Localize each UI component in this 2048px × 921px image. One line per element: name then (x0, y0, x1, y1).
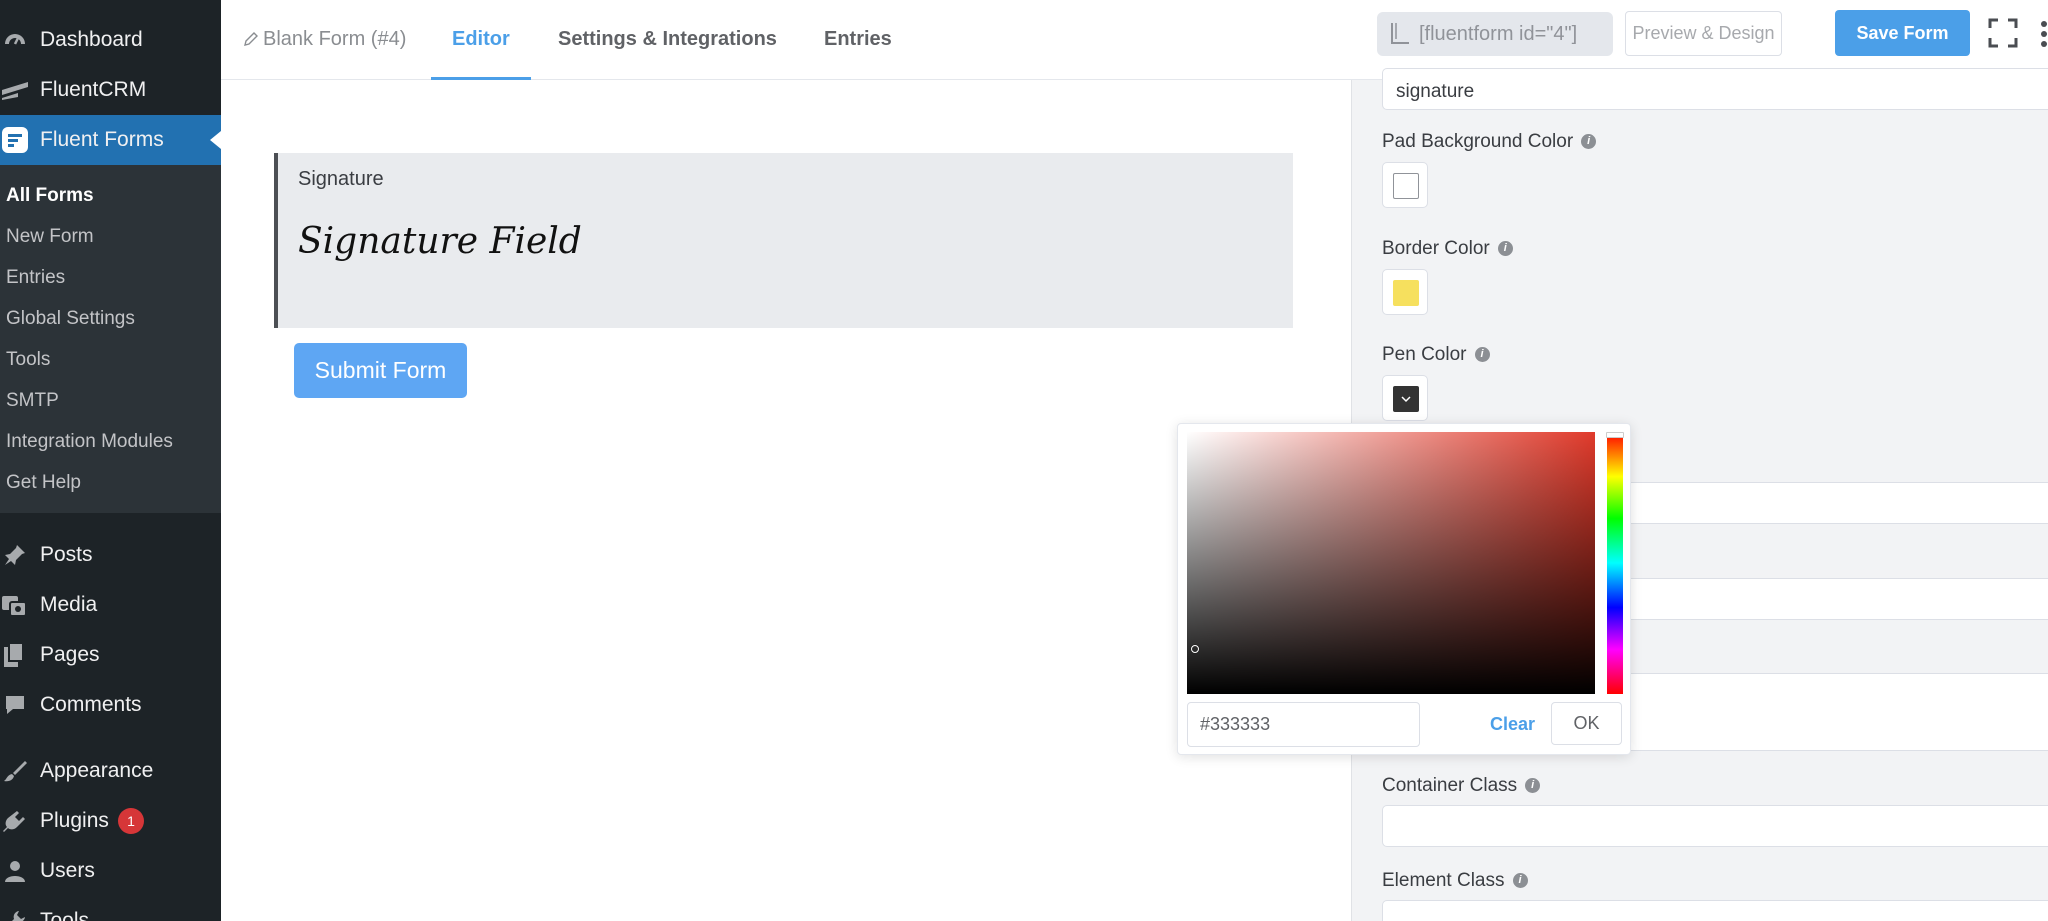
submit-form-button[interactable]: Submit Form (294, 343, 467, 398)
container-class-input[interactable] (1382, 805, 2048, 847)
menu-label: Comments (40, 693, 142, 716)
menu-media[interactable]: Media (0, 580, 221, 630)
menu-tools[interactable]: Tools (0, 896, 221, 921)
saturation-cursor[interactable] (1191, 645, 1199, 653)
shortcode-copy-button[interactable]: [fluentform id="4"] (1377, 12, 1613, 56)
more-options-icon[interactable] (2038, 20, 2048, 50)
container-class-label-text: Container Class (1382, 775, 1518, 796)
border-color-preview (1393, 280, 1419, 306)
menu-label: Appearance (40, 759, 154, 782)
fluentcrm-icon (0, 75, 30, 105)
admin-sidebar: Dashboard FluentCRM Fluent Forms All For… (0, 0, 221, 921)
menu-label: FluentCRM (40, 78, 147, 101)
menu-pages[interactable]: Pages (0, 630, 221, 680)
info-icon[interactable]: i (1525, 778, 1541, 794)
hex-color-value: #333333 (1200, 714, 1271, 734)
pen-color-swatch[interactable] (1382, 375, 1428, 421)
border-color-swatch[interactable] (1382, 269, 1428, 315)
info-icon[interactable]: i (1581, 134, 1597, 150)
hue-slider-thumb[interactable] (1606, 432, 1624, 438)
plugins-update-badge: 1 (118, 808, 144, 834)
menu-label: Posts (40, 543, 93, 566)
menu-fluent-forms[interactable]: Fluent Forms (0, 115, 221, 165)
pen-color-label: Pen Color i (1382, 344, 1490, 366)
tab-editor[interactable]: Editor (452, 28, 510, 51)
menu-posts[interactable]: Posts (0, 530, 221, 580)
info-icon[interactable]: i (1497, 241, 1513, 257)
name-attribute-value: signature (1396, 81, 1475, 102)
menu-dashboard[interactable]: Dashboard (0, 15, 221, 65)
copy-icon (1391, 23, 1409, 44)
pen-color-preview (1393, 386, 1419, 412)
fluent-forms-icon (0, 125, 30, 155)
menu-label: Fluent Forms (40, 128, 164, 151)
user-icon (0, 856, 30, 886)
menu-users[interactable]: Users (0, 846, 221, 896)
media-icon (0, 590, 30, 620)
plugin-icon (0, 806, 30, 836)
hue-slider[interactable] (1606, 432, 1624, 694)
submenu-integration-modules[interactable]: Integration Modules (6, 431, 173, 453)
form-breadcrumb[interactable]: Blank Form (#4) (243, 28, 406, 51)
fullscreen-icon[interactable] (1988, 18, 2018, 48)
pencil-icon (244, 32, 258, 46)
menu-label: Tools (40, 909, 90, 921)
dashboard-icon (0, 25, 30, 55)
preview-design-button[interactable]: Preview & Design (1625, 11, 1782, 56)
menu-comments[interactable]: Comments (0, 680, 221, 730)
breadcrumb-text: Blank Form (#4) (263, 28, 407, 50)
hex-color-input[interactable]: #333333 (1187, 702, 1420, 747)
color-picker-popover: #333333 Clear OK (1177, 423, 1631, 755)
pen-color-label-text: Pen Color (1382, 344, 1467, 365)
signature-preview-text: Signature Field (298, 221, 582, 262)
submenu-new-form[interactable]: New Form (6, 226, 94, 248)
menu-label: Media (40, 593, 98, 616)
signature-field-label: Signature (298, 168, 384, 190)
menu-label: Plugins (40, 809, 109, 832)
info-icon[interactable]: i (1512, 873, 1528, 889)
pin-icon (0, 540, 30, 570)
menu-label: Dashboard (40, 28, 143, 51)
shortcode-text: [fluentform id="4"] (1419, 22, 1578, 45)
confirm-color-button[interactable]: OK (1551, 702, 1622, 745)
menu-appearance[interactable]: Appearance (0, 746, 221, 796)
info-icon[interactable]: i (1474, 347, 1490, 363)
signature-field-block[interactable]: Signature Signature Field (274, 153, 1293, 328)
comment-icon (0, 690, 30, 720)
chevron-down-icon (1401, 396, 1411, 403)
menu-fluentcrm[interactable]: FluentCRM (0, 65, 221, 115)
clear-color-button[interactable]: Clear (1490, 714, 1535, 735)
wrench-icon (0, 906, 30, 921)
border-color-label: Border Color i (1382, 238, 1513, 260)
border-color-label-text: Border Color (1382, 238, 1490, 259)
signature-preview: Signature Field (298, 221, 582, 262)
submenu-get-help[interactable]: Get Help (6, 472, 81, 494)
submenu-global-settings[interactable]: Global Settings (6, 308, 135, 330)
submenu-smtp[interactable]: SMTP (6, 390, 59, 412)
fluent-forms-submenu: All Forms New Form Entries Global Settin… (0, 165, 221, 513)
saturation-value-panel[interactable] (1187, 432, 1595, 694)
tab-entries[interactable]: Entries (824, 28, 892, 51)
submenu-all-forms[interactable]: All Forms (6, 185, 94, 207)
submenu-entries[interactable]: Entries (6, 267, 65, 289)
submenu-tools[interactable]: Tools (6, 349, 50, 371)
container-class-label: Container Class i (1382, 775, 1541, 797)
pad-bg-color-label-text: Pad Background Color (1382, 131, 1574, 152)
pad-bg-color-swatch[interactable] (1382, 162, 1428, 208)
element-class-label: Element Class i (1382, 870, 1528, 892)
brush-icon (0, 756, 30, 786)
active-tab-indicator (431, 77, 531, 80)
element-class-input[interactable] (1382, 900, 2048, 921)
pad-bg-color-label: Pad Background Color i (1382, 131, 1597, 153)
name-attribute-input[interactable]: signature (1382, 68, 2048, 110)
save-form-button[interactable]: Save Form (1835, 10, 1970, 56)
menu-label: Pages (40, 643, 100, 666)
element-class-label-text: Element Class (1382, 870, 1505, 891)
pad-bg-color-preview (1393, 173, 1419, 199)
menu-label: Users (40, 859, 95, 882)
pages-icon (0, 640, 30, 670)
menu-plugins[interactable]: Plugins 1 (0, 796, 221, 846)
tab-settings-integrations[interactable]: Settings & Integrations (558, 28, 777, 51)
